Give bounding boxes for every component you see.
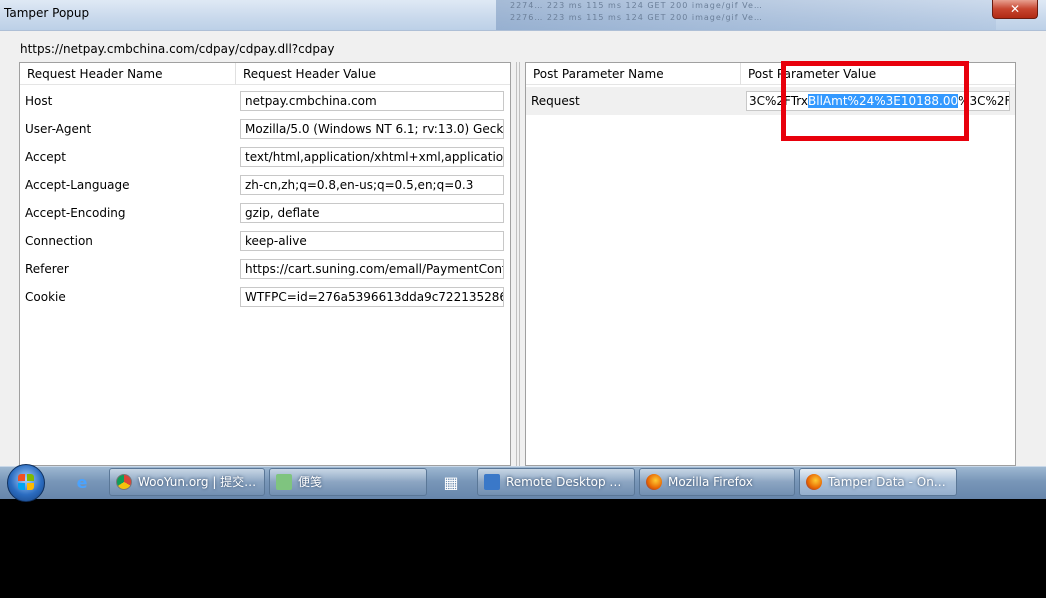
taskbar-item-label: Mozilla Firefox <box>668 475 753 489</box>
header-name: Accept-Language <box>25 178 130 192</box>
table-row: Connection keep-alive <box>20 227 510 255</box>
tamper-popup-window: Tamper Popup 2274… 223 ms 115 ms 124 GET… <box>0 0 1046 466</box>
taskbar-item-label: Remote Desktop … <box>506 475 622 489</box>
table-row: User-Agent Mozilla/5.0 (Windows NT 6.1; … <box>20 115 510 143</box>
window-title: Tamper Popup <box>4 6 90 20</box>
table-row: Referer https://cart.suning.com/emall/Pa… <box>20 255 510 283</box>
firefox-icon <box>806 474 822 490</box>
red-annotation-box <box>781 61 969 141</box>
header-name: Connection <box>25 234 93 248</box>
header-value-input[interactable]: text/html,application/xhtml+xml,applicat… <box>240 147 504 167</box>
sticky-notes-icon <box>276 474 292 490</box>
header-name: Cookie <box>25 290 66 304</box>
table-row: Cookie WTFPC=id=276a5396613dda9c72213528… <box>20 283 510 311</box>
taskbar-item-label: WooYun.org | 提交… <box>138 475 257 489</box>
header-value-input[interactable]: keep-alive <box>240 231 504 251</box>
taskbar-item-remote-desktop[interactable]: Remote Desktop … <box>477 468 635 496</box>
header-name: Referer <box>25 262 69 276</box>
remote-desktop-icon <box>484 474 500 490</box>
header-name: Accept-Encoding <box>25 206 126 220</box>
taskbar-item-label: 便笺 <box>298 475 323 489</box>
header-value-input[interactable]: zh-cn,zh;q=0.8,en-us;q=0.5,en;q=0.3 <box>240 175 504 195</box>
taskbar-item-label: Tamper Data - On… <box>828 475 946 489</box>
ie-icon[interactable]: e <box>64 469 100 497</box>
header-name: User-Agent <box>25 122 92 136</box>
table-row: Accept-Encoding gzip, deflate <box>20 199 510 227</box>
close-button[interactable]: ✕ <box>992 0 1038 19</box>
background-row: 2274… 223 ms 115 ms 124 GET 200 image/gi… <box>510 1 763 10</box>
firefox-icon <box>646 474 662 490</box>
windows-logo-icon <box>18 474 34 490</box>
post-parameter-name-column[interactable]: Post Parameter Name <box>526 63 740 85</box>
table-row: Accept-Language zh-cn,zh;q=0.8,en-us;q=0… <box>20 171 510 199</box>
request-header-value-column[interactable]: Request Header Value <box>235 63 510 85</box>
header-name: Accept <box>25 150 66 164</box>
header-value-input[interactable]: netpay.cmbchina.com <box>240 91 504 111</box>
taskbar: e WooYun.org | 提交… 便笺 ▦ Remote Desktop …… <box>0 464 1046 502</box>
background-row: 2276… 223 ms 115 ms 124 GET 200 image/gi… <box>510 13 763 22</box>
request-headers-table: Request Header Name Request Header Value… <box>19 62 511 466</box>
request-header-name-column[interactable]: Request Header Name <box>20 63 235 85</box>
taskbar-item-tamper-data[interactable]: Tamper Data - On… <box>799 468 957 496</box>
request-url: https://netpay.cmbchina.com/cdpay/cdpay.… <box>20 42 335 56</box>
header-value-input[interactable]: gzip, deflate <box>240 203 504 223</box>
chrome-icon <box>116 474 132 490</box>
start-button[interactable] <box>7 464 45 502</box>
post-parameter-name: Request <box>531 94 580 108</box>
calculator-icon[interactable]: ▦ <box>433 469 469 497</box>
background-request-list: 2274… 223 ms 115 ms 124 GET 200 image/gi… <box>496 0 996 30</box>
taskbar-item-wooyun[interactable]: WooYun.org | 提交… <box>109 468 265 496</box>
header-name: Host <box>25 94 53 108</box>
taskbar-item-sticky-notes[interactable]: 便笺 <box>269 468 427 496</box>
title-bar[interactable]: Tamper Popup 2274… 223 ms 115 ms 124 GET… <box>0 0 1046 31</box>
table-row: Host netpay.cmbchina.com <box>20 87 510 115</box>
header-value-input[interactable]: WTFPC=id=276a5396613dda9c72213528604 <box>240 287 504 307</box>
pane-splitter[interactable] <box>513 62 523 466</box>
table-row: Accept text/html,application/xhtml+xml,a… <box>20 143 510 171</box>
taskbar-item-firefox[interactable]: Mozilla Firefox <box>639 468 795 496</box>
header-value-input[interactable]: Mozilla/5.0 (Windows NT 6.1; rv:13.0) Ge… <box>240 119 504 139</box>
header-value-input[interactable]: https://cart.suning.com/emall/PaymentCon… <box>240 259 504 279</box>
